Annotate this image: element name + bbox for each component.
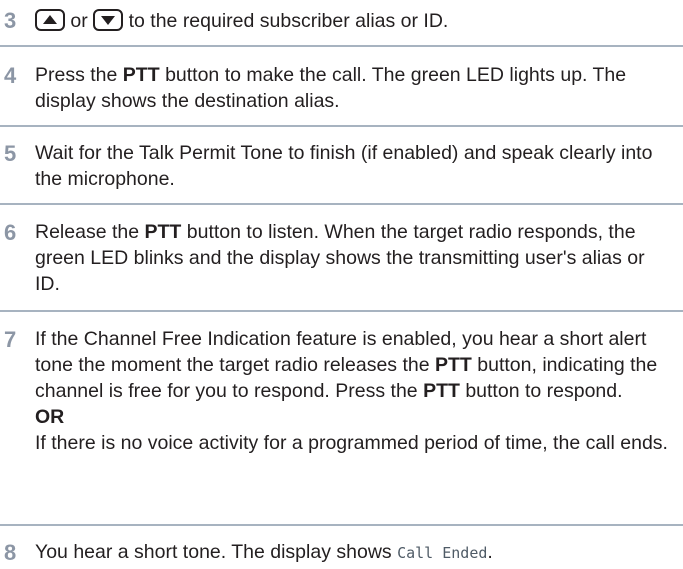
or-label: OR (35, 406, 65, 428)
or-word: or (70, 10, 88, 32)
ptt-label: PTT (435, 354, 472, 376)
step-number: 8 (4, 540, 17, 565)
down-arrow-button-icon (93, 9, 124, 31)
step-number: 4 (4, 63, 17, 88)
divider (0, 310, 683, 312)
step-number: 5 (4, 141, 17, 166)
step-4-pre: Press the (35, 64, 118, 86)
step-text: Release the PTT button to listen. When t… (35, 219, 671, 297)
step-8-text: You hear a short tone. The display shows (35, 541, 392, 563)
ptt-label: PTT (423, 380, 460, 402)
divider (0, 203, 683, 205)
step-text: or to the required subscriber alias or I… (35, 8, 671, 34)
divider (0, 524, 683, 526)
step-7-line1c: button to respond. (465, 380, 623, 402)
step-5-text: Wait for the Talk Permit Tone to finish … (35, 142, 653, 190)
step-number: 6 (4, 220, 17, 245)
step-number: 3 (4, 8, 17, 33)
step-text: You hear a short tone. The display shows… (35, 539, 671, 566)
step-text: Press the PTT button to make the call. T… (35, 62, 671, 114)
step-7-line2: If there is no voice activity for a prog… (35, 432, 668, 454)
ptt-label: PTT (144, 221, 182, 243)
step-text: If the Channel Free Indication feature i… (35, 326, 671, 456)
step-text: Wait for the Talk Permit Tone to finish … (35, 140, 671, 192)
divider (0, 125, 683, 127)
ptt-label: PTT (122, 64, 160, 86)
step-3-text: to the required subscriber alias or ID. (128, 10, 449, 32)
step-8-end: . (487, 541, 493, 563)
display-text: Call Ended (397, 544, 488, 562)
step-number: 7 (4, 327, 17, 352)
up-arrow-button-icon (35, 9, 65, 31)
divider (0, 45, 683, 47)
step-6-pre: Release the (35, 221, 140, 243)
